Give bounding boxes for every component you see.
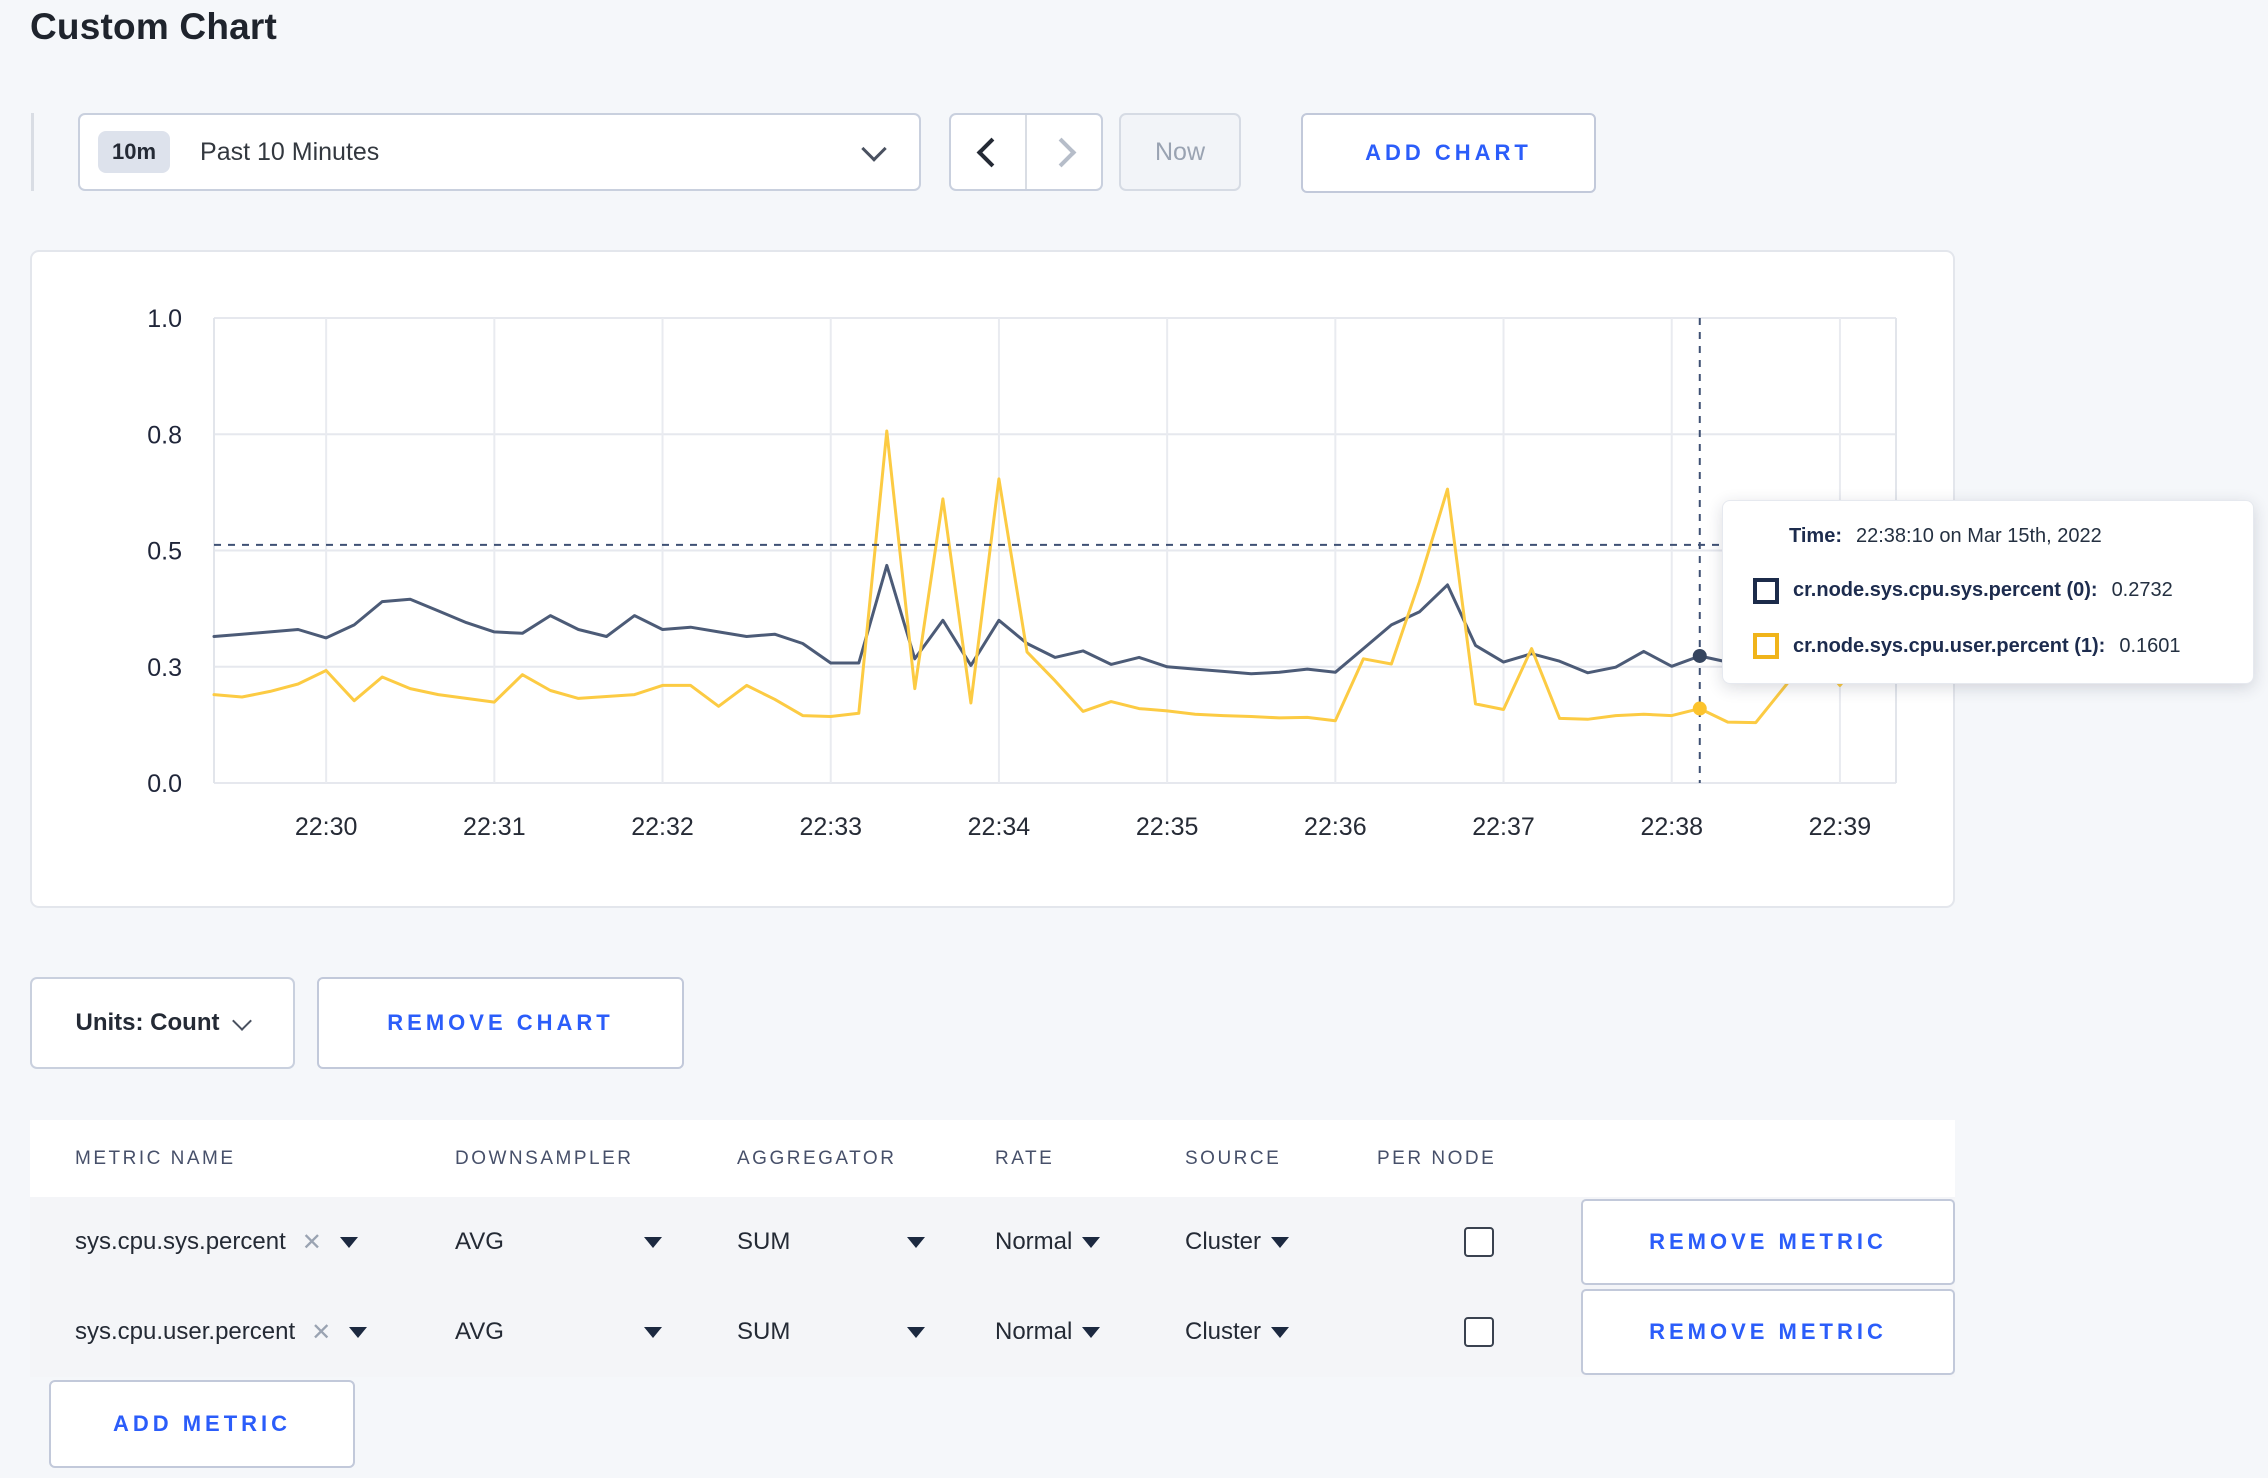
chevron-down-icon[interactable] [644,1326,662,1338]
chevron-down-icon[interactable] [349,1326,368,1338]
downsampler-select[interactable]: AVG [455,1318,504,1346]
svg-text:22:37: 22:37 [1472,813,1535,841]
next-time-button[interactable] [1027,115,1101,189]
chevron-down-icon[interactable] [1271,1326,1290,1338]
chevron-down-icon [232,1011,253,1031]
remove-metric-button[interactable]: REMOVE METRIC [1581,1199,1955,1285]
chevron-down-icon[interactable] [907,1236,925,1248]
chevron-down-icon[interactable] [644,1236,662,1248]
metrics-table-header: METRIC NAME DOWNSAMPLER AGGREGATOR RATE … [30,1120,1955,1197]
custom-chart-page: Custom Chart 10m Past 10 Minutes Now ADD… [0,0,2268,1478]
tooltip-time-value: 22:38:10 on Mar 15th, 2022 [1855,525,2102,547]
rate-select[interactable]: Normal [995,1228,1072,1256]
svg-text:0.5: 0.5 [147,538,182,566]
metric-name-select[interactable]: sys.cpu.user.percent [75,1318,295,1346]
toolbar-divider [31,113,34,191]
timescale-badge: 10m [98,131,171,173]
svg-text:22:34: 22:34 [968,813,1031,841]
prev-time-button[interactable] [951,115,1027,189]
metric-name-select[interactable]: sys.cpu.sys.percent [75,1228,286,1256]
sys-series-swatch-icon [1753,577,1779,604]
svg-text:22:35: 22:35 [1136,813,1199,841]
svg-text:0.3: 0.3 [147,654,182,682]
col-source: SOURCE [1185,1147,1282,1169]
tooltip-series-label: cr.node.sys.cpu.sys.percent (0): [1793,579,2098,601]
per-node-checkbox[interactable] [1464,1317,1494,1347]
now-button[interactable]: Now [1119,113,1241,191]
rate-select[interactable]: Normal [995,1318,1072,1346]
tooltip-time-label: Time: [1789,525,1842,547]
svg-text:22:39: 22:39 [1809,813,1872,841]
chevron-down-icon[interactable] [339,1236,358,1248]
chart-card: 1.0 0.8 0.5 0.3 0.0 22:30 22:31 22:32 22:33 22:34… [30,250,1955,908]
source-select[interactable]: Cluster [1185,1228,1261,1256]
chart-tooltip: Time: 22:38:10 on Mar 15th, 2022 cr.node… [1722,500,2254,684]
chevron-down-icon[interactable] [1082,1326,1101,1338]
toolbar: 10m Past 10 Minutes Now ADD CHART [31,113,1596,193]
timescale-label: Past 10 Minutes [200,137,380,166]
time-step-buttons [949,113,1103,191]
remove-chart-button[interactable]: REMOVE CHART [317,977,684,1069]
chevron-down-icon [861,136,887,162]
tooltip-series-label: cr.node.sys.cpu.user.percent (1): [1793,634,2106,657]
cpu-usage-chart[interactable]: 1.0 0.8 0.5 0.3 0.0 22:30 22:31 22:32 22:33 22:34… [32,252,1957,908]
chevron-down-icon[interactable] [1271,1236,1290,1248]
svg-text:22:30: 22:30 [295,813,358,841]
col-per-node: PER NODE [1377,1147,1497,1169]
downsampler-select[interactable]: AVG [455,1228,504,1256]
page-title: Custom Chart [30,6,278,47]
svg-text:22:31: 22:31 [463,813,526,841]
svg-text:22:32: 22:32 [631,813,694,841]
svg-text:1.0: 1.0 [147,305,182,333]
units-dropdown[interactable]: Units: Count [30,977,295,1069]
svg-text:22:36: 22:36 [1304,813,1367,841]
tooltip-series-value: 0.2732 [2111,579,2173,601]
remove-metric-button[interactable]: REMOVE METRIC [1581,1289,1955,1375]
user-series-swatch-icon [1753,633,1779,659]
svg-text:0.8: 0.8 [147,421,182,449]
units-label: Units: Count [75,1009,220,1036]
metric-row: sys.cpu.sys.percent ✕ AVG SUM Normal Clu… [30,1197,1955,1287]
clear-metric-icon[interactable]: ✕ [311,1318,331,1347]
col-metric-name: METRIC NAME [75,1147,236,1169]
col-downsampler: DOWNSAMPLER [455,1147,634,1169]
source-select[interactable]: Cluster [1185,1318,1261,1346]
metrics-table-body: sys.cpu.sys.percent ✕ AVG SUM Normal Clu… [30,1197,1955,1377]
aggregator-select[interactable]: SUM [737,1318,790,1346]
svg-text:22:38: 22:38 [1640,813,1703,841]
svg-text:22:33: 22:33 [799,813,862,841]
col-rate: RATE [995,1147,1055,1169]
chevron-right-icon [1046,137,1076,167]
chevron-down-icon[interactable] [907,1326,925,1338]
col-aggregator: AGGREGATOR [737,1147,897,1169]
metric-row: sys.cpu.user.percent ✕ AVG SUM Normal Cl… [30,1287,1955,1377]
metrics-table: METRIC NAME DOWNSAMPLER AGGREGATOR RATE … [30,1120,1955,1377]
clear-metric-icon[interactable]: ✕ [302,1228,322,1257]
chevron-down-icon[interactable] [1082,1236,1101,1248]
per-node-checkbox[interactable] [1464,1227,1494,1257]
aggregator-select[interactable]: SUM [737,1228,790,1256]
add-metric-button[interactable]: ADD METRIC [49,1380,355,1468]
svg-text:0.0: 0.0 [147,770,182,798]
tooltip-series-value: 0.1601 [2119,634,2181,657]
add-chart-button[interactable]: ADD CHART [1301,113,1596,193]
timescale-dropdown[interactable]: 10m Past 10 Minutes [78,113,921,191]
chevron-left-icon [976,137,1006,167]
